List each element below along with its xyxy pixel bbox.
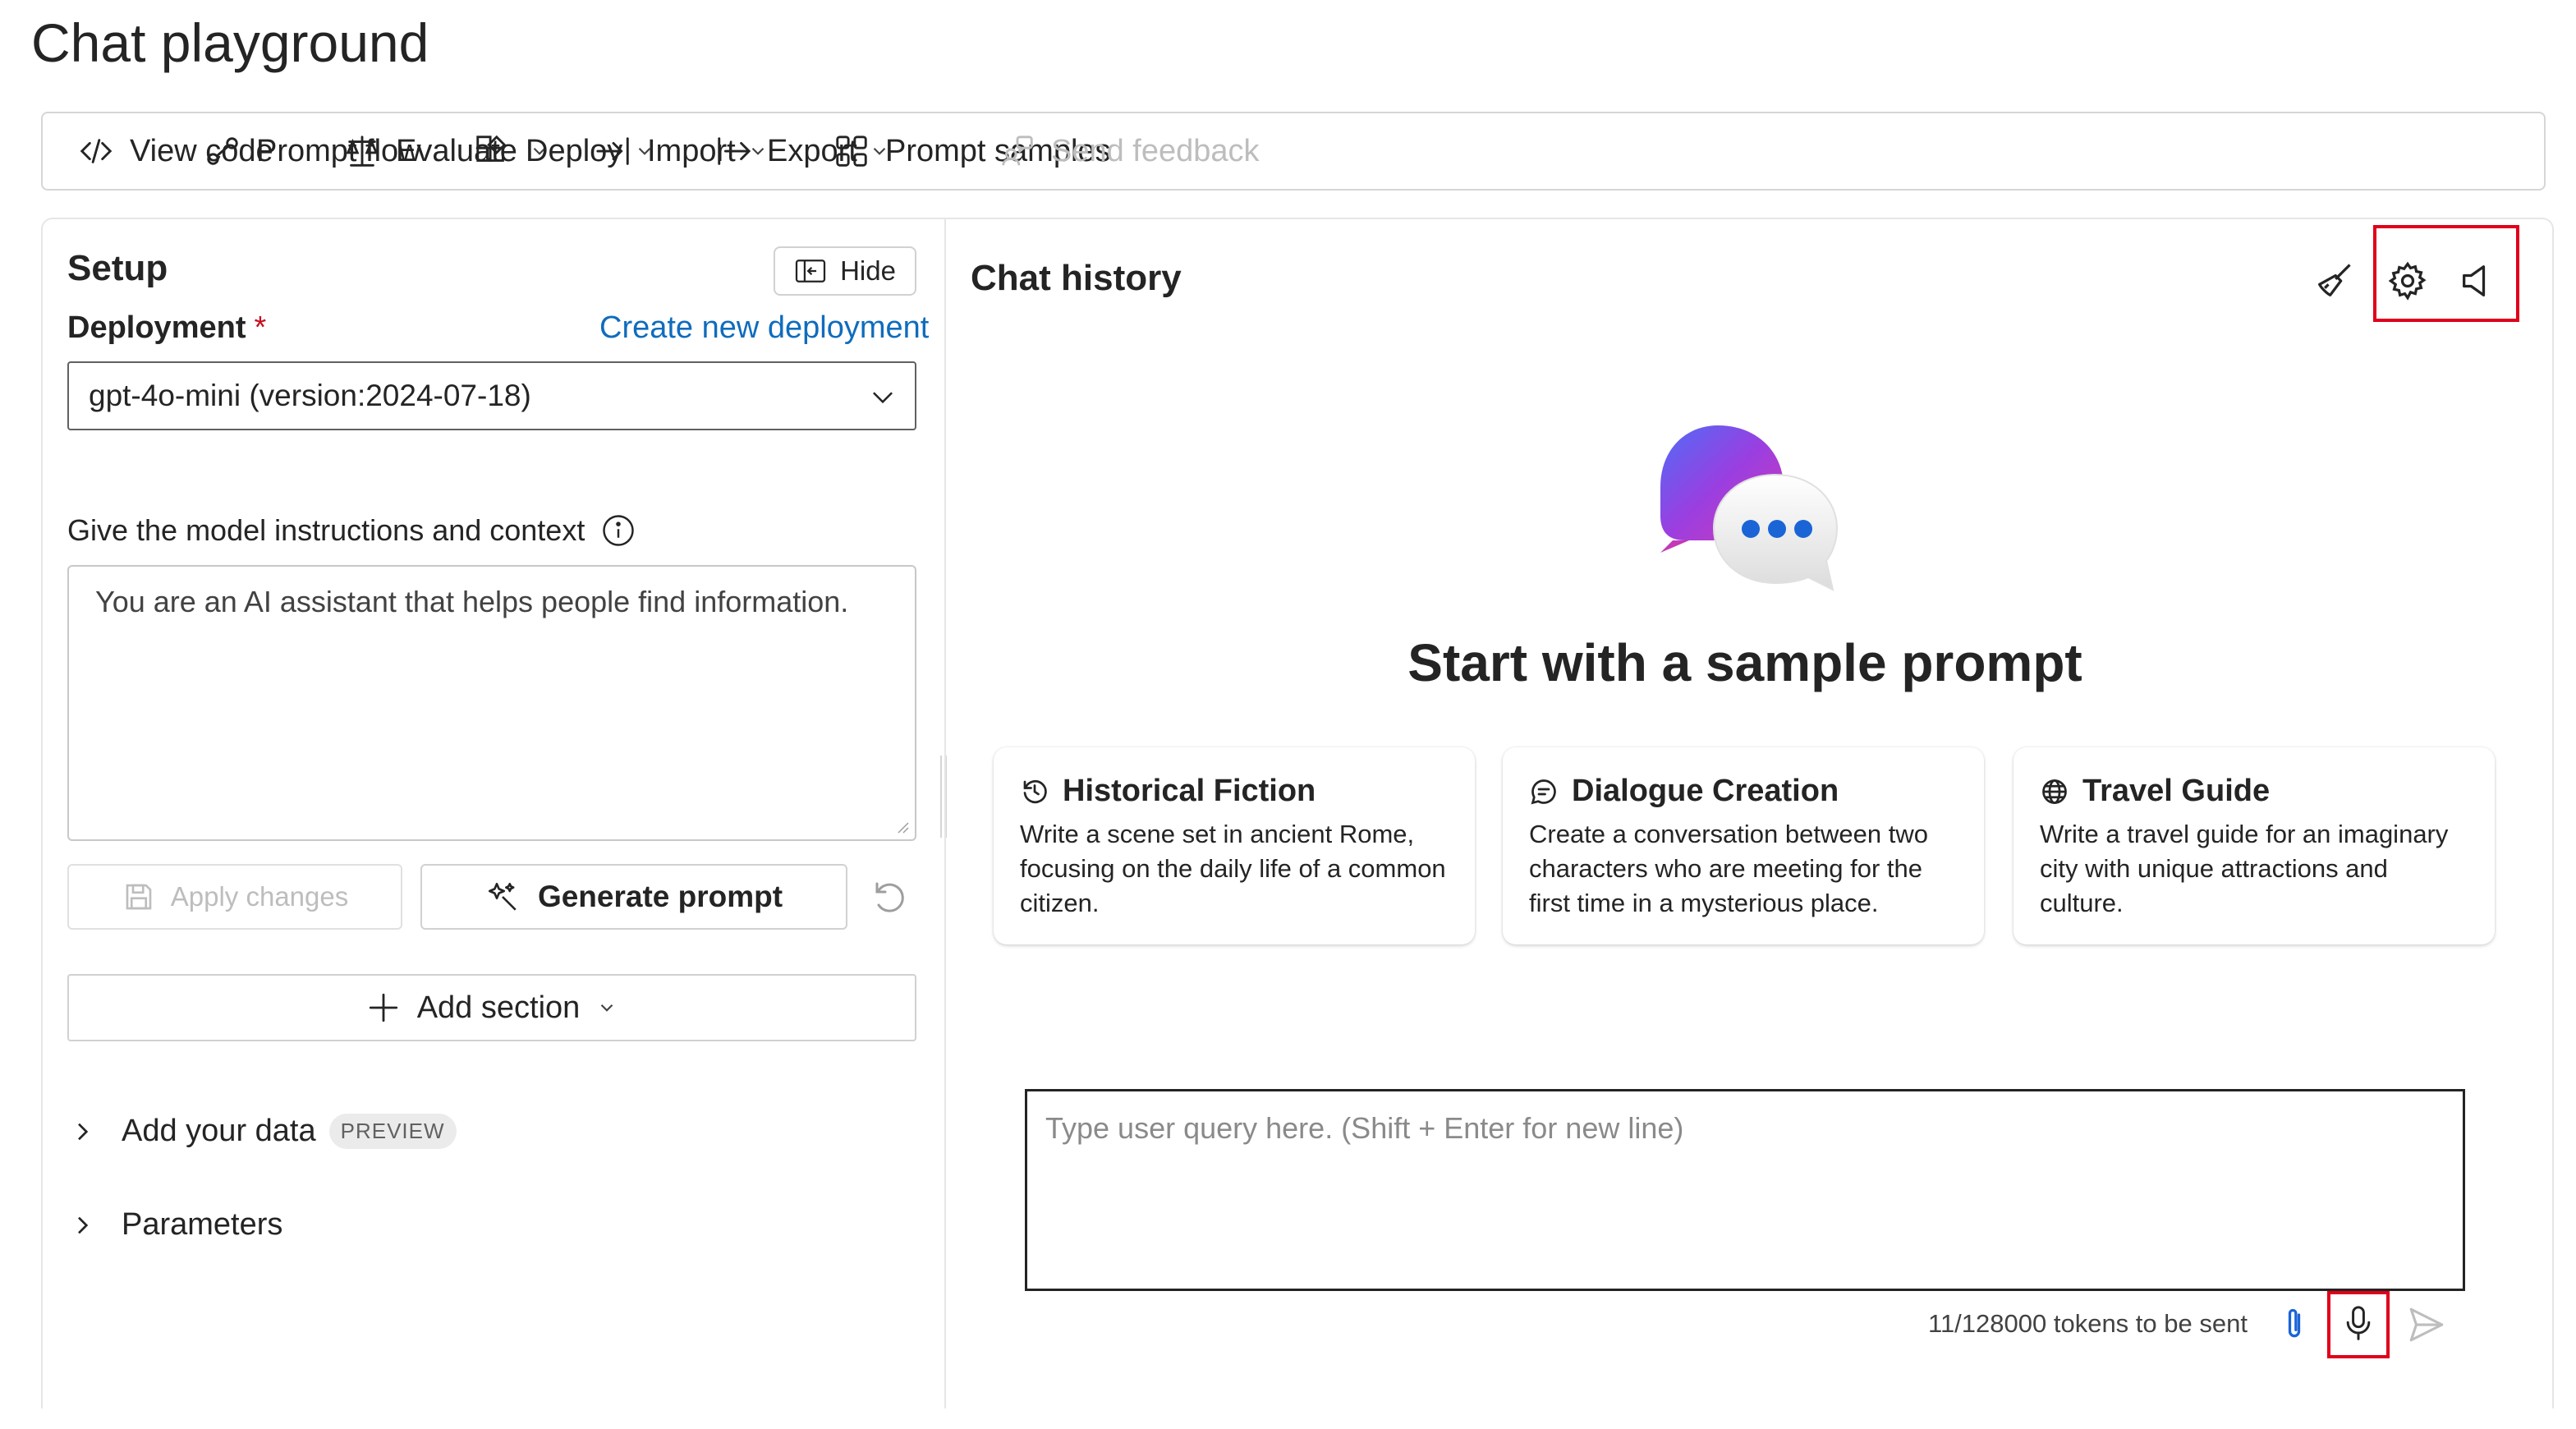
add-your-data-label: Add your data	[122, 1114, 316, 1148]
import-icon	[596, 137, 629, 165]
card-body: Write a scene set in ancient Rome, focus…	[1020, 820, 1446, 917]
prompt-card-dialogue-creation[interactable]: Dialogue Creation Create a conversation …	[1503, 747, 1984, 944]
plus-icon	[369, 993, 397, 1022]
add-section-button[interactable]: Add section	[67, 974, 916, 1041]
deployment-label-text: Deployment	[67, 310, 246, 345]
card-title-row: Travel Guide	[2040, 774, 2468, 809]
prompt-card-travel-guide[interactable]: Travel Guide Write a travel guide for an…	[2014, 747, 2495, 944]
info-icon[interactable]	[601, 513, 636, 548]
apply-changes-button[interactable]: Apply changes	[67, 864, 402, 930]
generate-prompt-label: Generate prompt	[537, 880, 783, 913]
parameters-expander[interactable]: Parameters	[69, 1207, 282, 1243]
export-icon	[718, 137, 751, 165]
feedback-icon	[1002, 136, 1033, 166]
page-title: Chat playground	[31, 12, 429, 73]
create-deployment-link[interactable]: Create new deployment	[599, 310, 929, 346]
parameters-label: Parameters	[122, 1207, 283, 1242]
instructions-label: Give the model instructions and context	[67, 513, 636, 548]
add-section-label: Add section	[416, 990, 581, 1025]
send-feedback-button[interactable]: Send feedback	[999, 113, 1260, 189]
flow-icon	[207, 137, 238, 165]
toolbar: View code Prompt flow Evaluate Deploy Im…	[41, 112, 2546, 191]
chat-bubble-icon	[1531, 779, 1556, 804]
highlight-box	[2327, 1291, 2390, 1358]
apply-changes-label: Apply changes	[170, 881, 349, 912]
sparkle-wand-icon	[488, 882, 517, 911]
deployment-dropdown[interactable]: gpt-4o-mini (version:2024-07-18)	[67, 361, 916, 430]
globe-icon	[2042, 779, 2067, 804]
add-your-data-expander[interactable]: Add your data PREVIEW	[69, 1114, 457, 1149]
deployment-value: gpt-4o-mini (version:2024-07-18)	[89, 379, 531, 412]
setup-title: Setup	[67, 248, 168, 288]
chat-input[interactable]: Type user query here. (Shift + Enter for…	[1025, 1089, 2465, 1291]
save-icon	[126, 884, 152, 910]
chevron-right-icon	[78, 1123, 89, 1140]
chat-input-placeholder: Type user query here. (Shift + Enter for…	[1045, 1111, 1684, 1145]
hide-button[interactable]: Hide	[774, 246, 916, 296]
card-title: Historical Fiction	[1063, 774, 1316, 808]
prompt-card-historical-fiction[interactable]: Historical Fiction Write a scene set in …	[994, 747, 1475, 944]
chat-history-title: Chat history	[971, 258, 1182, 298]
undo-icon[interactable]	[869, 877, 908, 917]
deploy-icon	[476, 135, 507, 162]
system-message-textarea[interactable]: You are an AI assistant that helps peopl…	[67, 565, 916, 841]
instructions-label-text: Give the model instructions and context	[67, 513, 585, 547]
preview-badge: PREVIEW	[328, 1114, 457, 1149]
grid-icon	[836, 136, 867, 167]
card-body: Create a conversation between two charac…	[1529, 820, 1928, 917]
start-heading: Start with a sample prompt	[1407, 633, 2082, 692]
resize-handle-icon[interactable]	[895, 820, 910, 834]
system-message-text: You are an AI assistant that helps peopl…	[95, 585, 849, 618]
card-title: Dialogue Creation	[1572, 774, 1839, 808]
card-title-row: Historical Fiction	[1020, 774, 1449, 809]
chevron-down-icon	[601, 1004, 613, 1012]
send-feedback-label: Send feedback	[1051, 133, 1260, 168]
broom-icon[interactable]	[2312, 260, 2355, 302]
chat-bubbles-icon	[1660, 425, 1839, 591]
scale-icon	[346, 136, 379, 167]
code-icon	[80, 139, 112, 163]
required-marker: *	[254, 310, 267, 345]
paperclip-icon[interactable]	[2276, 1304, 2312, 1344]
history-icon	[1023, 779, 1047, 803]
generate-prompt-button[interactable]: Generate prompt	[420, 864, 847, 930]
card-title-row: Dialogue Creation	[1529, 774, 1958, 809]
highlight-box	[2373, 225, 2519, 322]
hide-label: Hide	[840, 255, 896, 286]
send-icon[interactable]	[2406, 1304, 2447, 1345]
chevron-down-icon	[873, 392, 893, 404]
card-title: Travel Guide	[2082, 774, 2271, 808]
card-body: Write a travel guide for an imaginary ci…	[2040, 820, 2449, 917]
panel-collapse-icon	[795, 260, 826, 283]
chevron-right-icon	[78, 1216, 89, 1234]
deployment-label: Deployment *	[67, 310, 266, 346]
token-count: 11/128000 tokens to be sent	[1928, 1309, 2248, 1338]
